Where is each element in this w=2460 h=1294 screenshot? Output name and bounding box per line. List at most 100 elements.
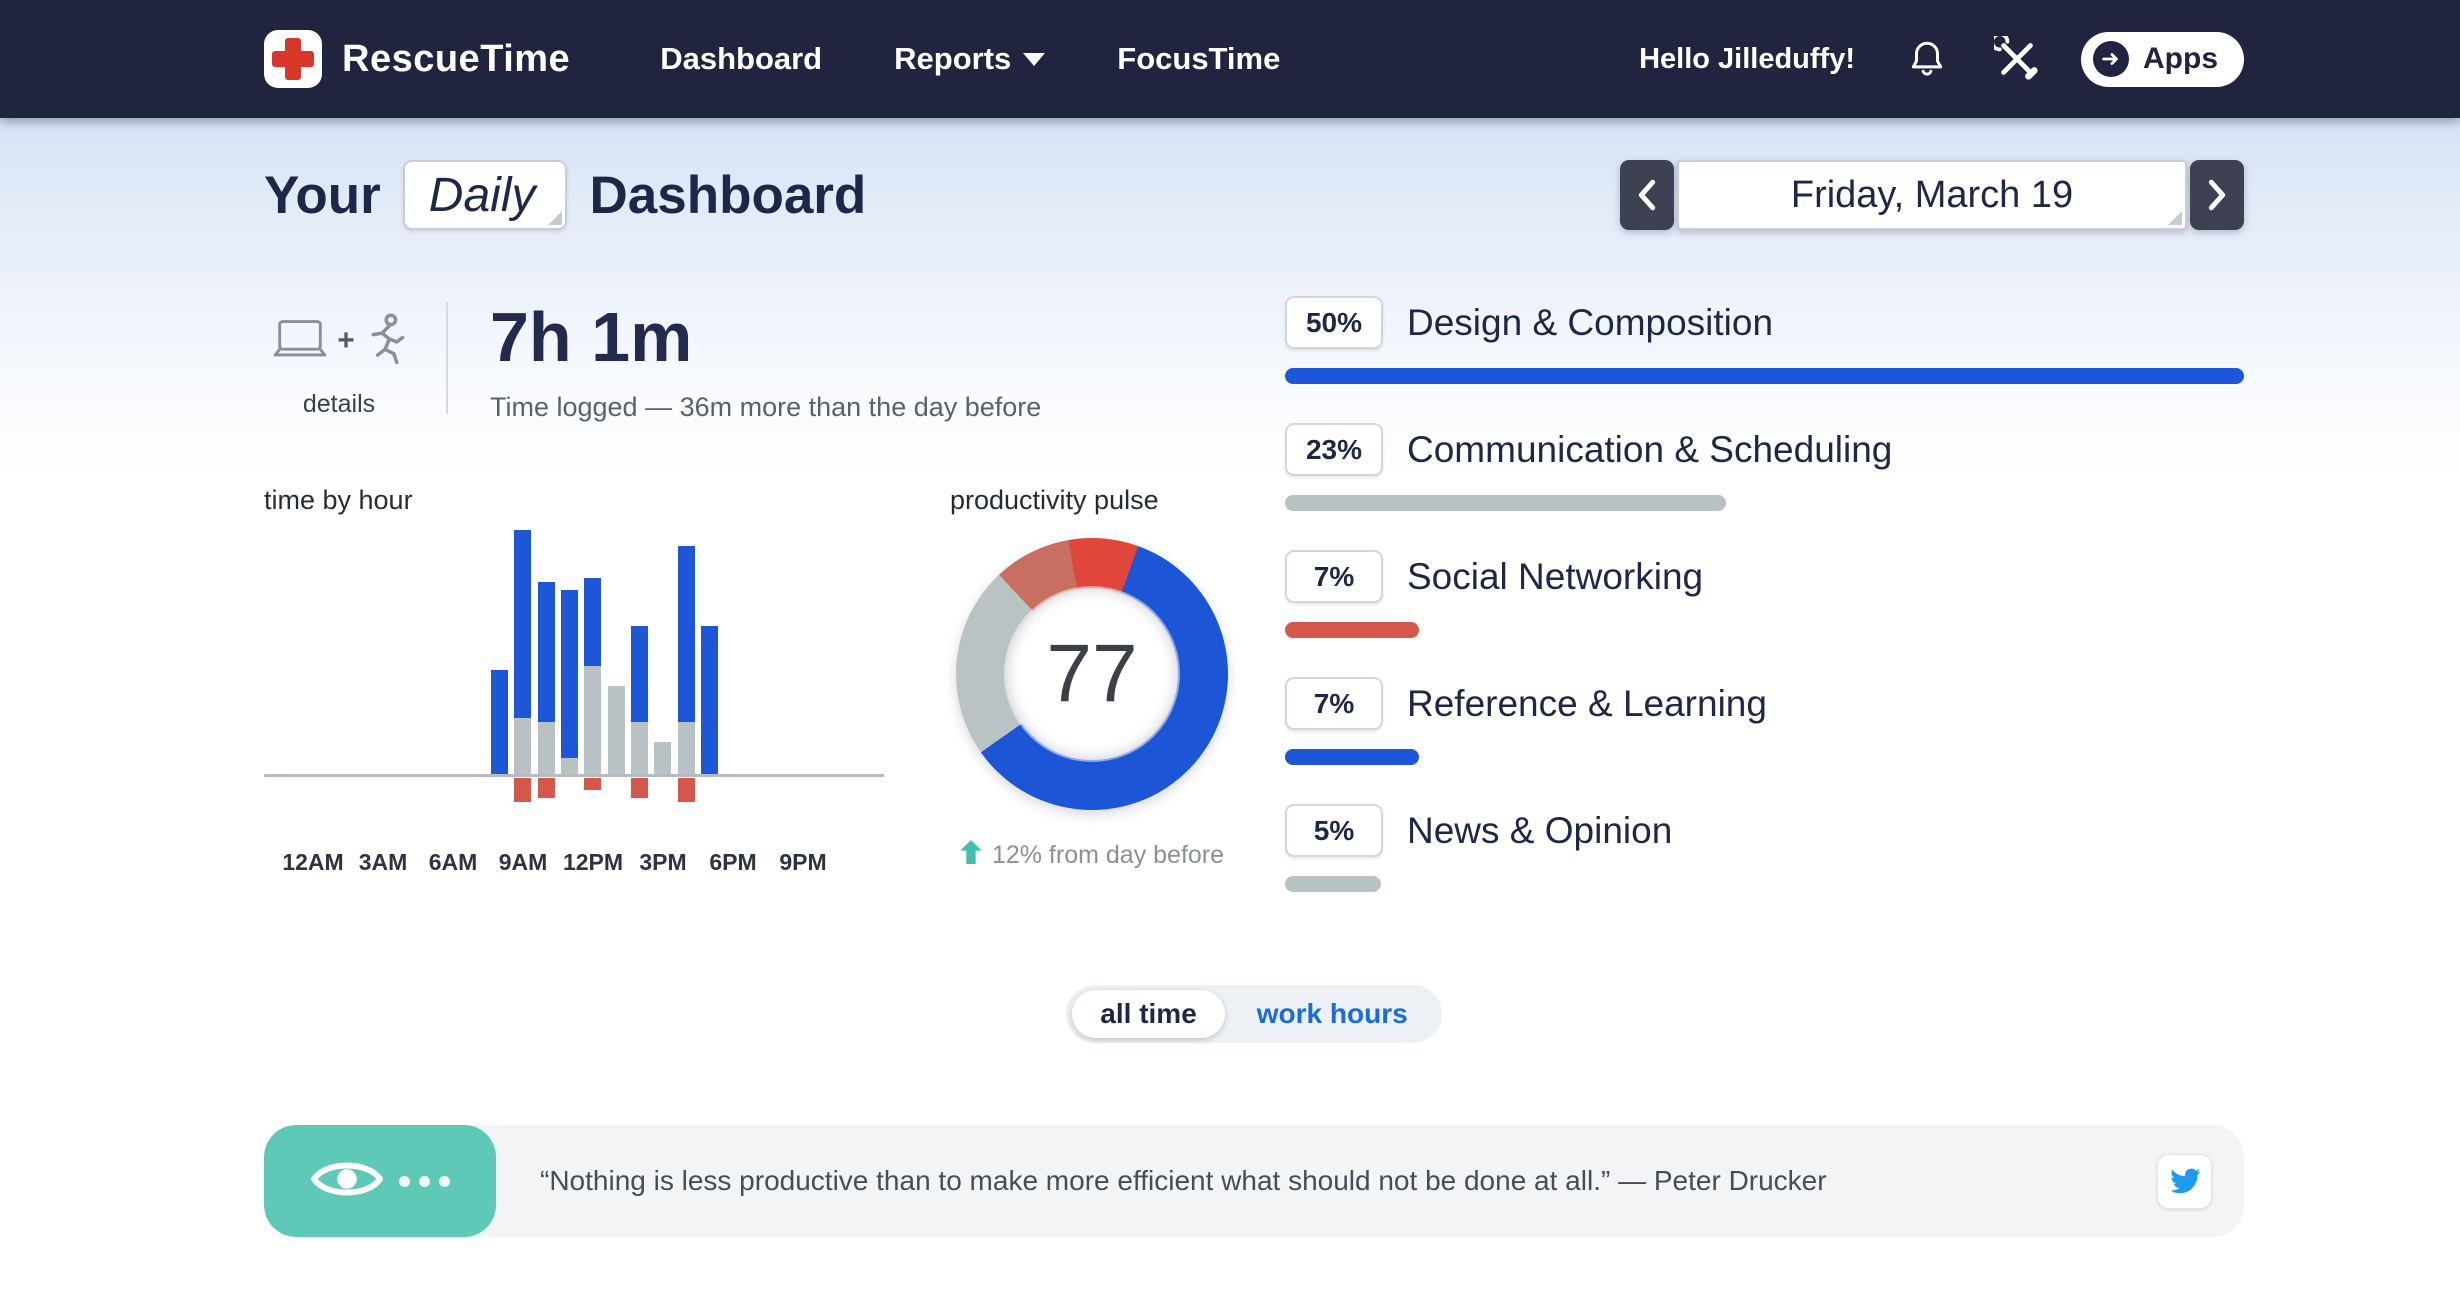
- user-greeting: Hello Jilleduffy!: [1639, 42, 1855, 75]
- hour-bar-segment[interactable]: [491, 670, 509, 774]
- hour-axis-label: 12PM: [562, 849, 624, 875]
- nav-reports-label: Reports: [894, 41, 1012, 76]
- date-value: Friday, March 19: [1790, 173, 2074, 216]
- hour-axis-labels: 12AM 3AM 6AM 9AM 12PM 3PM 6PM 9PM: [264, 849, 884, 879]
- hour-bar-segment[interactable]: [537, 582, 555, 722]
- prev-day-button[interactable]: [1620, 160, 1674, 230]
- plus-sign: +: [337, 324, 355, 357]
- all-time-tab[interactable]: all time: [1072, 990, 1225, 1038]
- select-grip-icon: [548, 211, 563, 225]
- category-label[interactable]: Reference & Learning: [1407, 683, 1767, 725]
- hour-bar-segment[interactable]: [677, 778, 695, 802]
- logo-cross-icon: [272, 51, 314, 67]
- nav-reports[interactable]: Reports: [894, 41, 1046, 77]
- nav-dashboard[interactable]: Dashboard: [660, 41, 822, 77]
- pulse-score: 77: [1046, 628, 1138, 719]
- hour-bar-segment[interactable]: [631, 722, 649, 774]
- hour-bar-segment[interactable]: [631, 778, 649, 798]
- hour-bar-segment[interactable]: [514, 530, 532, 718]
- hour-bar-segment[interactable]: [561, 590, 579, 758]
- time-by-hour-label: time by hour: [264, 485, 413, 515]
- category-bar: [1285, 368, 2244, 384]
- work-hours-tab[interactable]: work hours: [1229, 990, 1436, 1038]
- apps-button-label: Apps: [2143, 42, 2218, 75]
- productivity-pulse-donut[interactable]: 77: [956, 538, 1228, 810]
- hour-bar-segment[interactable]: [514, 778, 532, 802]
- twitter-share-button[interactable]: [2157, 1153, 2212, 1209]
- category-row: 23% Communication & Scheduling: [1285, 423, 2244, 511]
- time-logged-note: Time logged — 36m more than the day befo…: [490, 392, 1042, 422]
- time-filter-toggle: all time work hours: [1066, 985, 1442, 1043]
- hour-axis-label: 3AM: [358, 849, 408, 875]
- date-navigation: Friday, March 19: [1620, 160, 2244, 230]
- category-percent-badge: 7%: [1285, 550, 1383, 603]
- details-link[interactable]: details: [264, 390, 414, 419]
- category-percent-badge: 7%: [1285, 677, 1383, 730]
- time-logged-value: 7h 1m: [490, 298, 693, 376]
- hour-bar-segment[interactable]: [631, 626, 649, 722]
- page-title: Your Daily Dashboard: [264, 160, 866, 230]
- hour-bar-segment[interactable]: [561, 758, 579, 774]
- runner-icon: [363, 312, 407, 371]
- category-percent-badge: 23%: [1285, 423, 1383, 476]
- hour-bar-segment[interactable]: [514, 718, 532, 774]
- hour-bar-segment[interactable]: [677, 546, 695, 722]
- category-label[interactable]: Communication & Scheduling: [1407, 429, 1892, 471]
- category-row: 7% Social Networking: [1285, 550, 2244, 638]
- quote-text: “Nothing is less productive than to make…: [540, 1165, 1827, 1196]
- dashboard-content: Your Daily Dashboard Friday, March 19 + …: [0, 118, 2460, 1294]
- hour-bar-segment[interactable]: [607, 686, 625, 774]
- eye-icon: [310, 1156, 383, 1207]
- category-bar: [1285, 622, 1420, 638]
- category-percent-badge: 50%: [1285, 296, 1383, 349]
- brand-name[interactable]: RescueTime: [342, 38, 570, 81]
- pulse-change-text: 12% from day before: [991, 841, 1225, 869]
- nav-focustime-label: FocusTime: [1117, 41, 1281, 76]
- hour-bar-segment[interactable]: [537, 778, 555, 798]
- quote-bar: “Nothing is less productive than to make…: [264, 1125, 2244, 1237]
- hour-bar-segment[interactable]: [584, 666, 602, 774]
- time-by-hour-chart[interactable]: 12AM 3AM 6AM 9AM 12PM 3PM 6PM 9PM: [264, 524, 884, 909]
- hour-axis-label: 3PM: [639, 849, 687, 875]
- hour-bar-segment[interactable]: [677, 722, 695, 774]
- category-row: 7% Reference & Learning: [1285, 677, 2244, 765]
- period-selector[interactable]: Daily: [402, 160, 568, 230]
- chevron-down-icon: [1023, 52, 1046, 66]
- hour-axis-label: 6PM: [709, 849, 757, 875]
- nav-dashboard-label: Dashboard: [660, 41, 823, 76]
- up-arrow-icon: [960, 840, 982, 871]
- notifications-bell-icon[interactable]: [1901, 33, 1953, 85]
- hour-bar-segment[interactable]: [584, 778, 602, 790]
- productivity-pulse-label: productivity pulse: [950, 485, 1159, 515]
- category-label[interactable]: Design & Composition: [1407, 302, 1773, 344]
- hour-bar-segment[interactable]: [654, 742, 672, 774]
- pulse-change: 12% from day before: [960, 840, 1224, 871]
- title-suffix: Dashboard: [589, 165, 867, 225]
- category-label[interactable]: Social Networking: [1407, 556, 1703, 598]
- period-selected-value: Daily: [428, 168, 536, 222]
- hour-bar-segment[interactable]: [701, 626, 719, 774]
- date-selector[interactable]: Friday, March 19: [1677, 160, 2187, 230]
- hour-bar-segment[interactable]: [537, 722, 555, 774]
- hour-bar-segment[interactable]: [584, 578, 602, 666]
- category-percent-badge: 5%: [1285, 804, 1383, 857]
- pulse-donut-hole: 77: [1006, 588, 1178, 760]
- apps-button[interactable]: Apps: [2081, 31, 2244, 87]
- cloud-arrow-icon: [2093, 41, 2129, 77]
- main-nav: Dashboard Reports FocusTime: [660, 41, 1280, 77]
- hour-axis-label: 12AM: [282, 849, 344, 875]
- hour-axis-label: 6AM: [428, 849, 478, 875]
- twitter-bird-icon: [2169, 1168, 2201, 1194]
- nav-focustime[interactable]: FocusTime: [1117, 41, 1280, 77]
- ellipsis-dots-icon: [398, 1175, 450, 1187]
- category-bar: [1285, 749, 1420, 765]
- title-prefix: Your: [264, 165, 381, 225]
- rescuetime-logo[interactable]: [264, 30, 322, 88]
- category-bar: [1285, 876, 1381, 892]
- tools-icon[interactable]: [1991, 33, 2043, 85]
- hour-axis-label: 9PM: [779, 849, 827, 875]
- category-row: 50% Design & Composition: [1285, 296, 2244, 384]
- next-day-button[interactable]: [2190, 160, 2244, 230]
- chart-axis: [264, 774, 884, 777]
- category-label[interactable]: News & Opinion: [1407, 810, 1672, 852]
